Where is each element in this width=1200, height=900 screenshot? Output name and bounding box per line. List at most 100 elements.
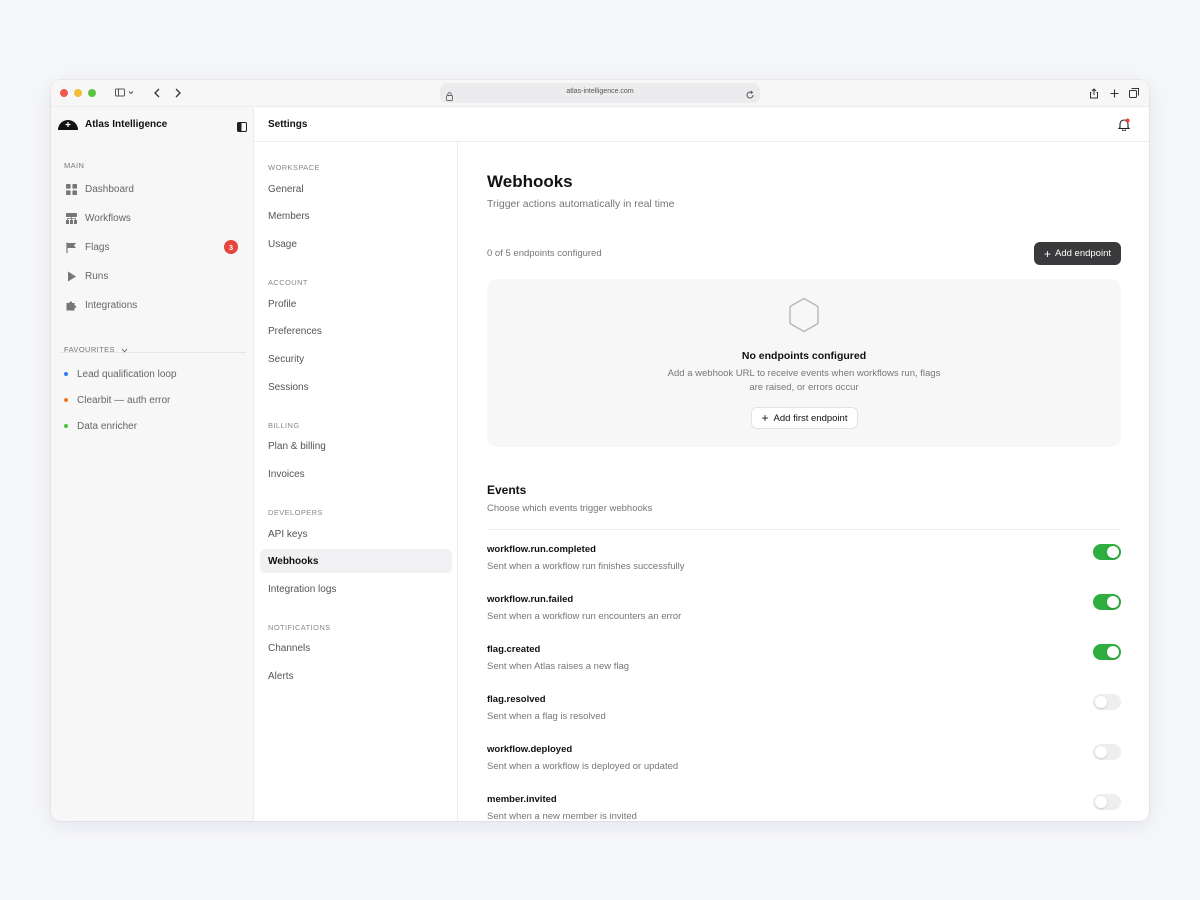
top-bar: Settings (254, 107, 1149, 142)
favourite-item[interactable]: Clearbit — auth error (64, 392, 170, 408)
settings-nav-plan-billing[interactable]: Plan & billing (260, 434, 452, 458)
settings-nav-preferences[interactable]: Preferences (260, 319, 452, 343)
settings-nav-api-keys[interactable]: API keys (260, 522, 452, 546)
empty-state-card: No endpoints configured Add a webhook UR… (487, 279, 1121, 447)
app-name: Atlas Intelligence (85, 119, 168, 130)
event-toggle[interactable] (1093, 694, 1121, 710)
sidebar-item-label: Runs (85, 270, 109, 282)
settings-nav-integration-logs[interactable]: Integration logs (260, 577, 452, 601)
event-toggle[interactable] (1093, 544, 1121, 560)
sidebar: Atlas Intelligence MAIN Dashboard Workfl… (51, 107, 254, 821)
section-subtitle: Trigger actions automatically in real ti… (487, 198, 675, 210)
nav-item-label: Preferences (268, 325, 322, 337)
nav-item-label: Sessions (268, 381, 309, 393)
forward-icon[interactable] (172, 85, 184, 101)
favourite-label: Clearbit — auth error (77, 394, 171, 406)
new-tab-icon[interactable] (1108, 85, 1120, 101)
minimize-window-button[interactable] (74, 89, 82, 97)
collapse-sidebar-icon[interactable] (237, 119, 247, 137)
event-row-member-invited: member.invited Sent when a new member is… (487, 794, 1121, 821)
nav-item-label: Profile (268, 298, 297, 310)
maximize-window-button[interactable] (88, 89, 96, 97)
notification-bell-icon[interactable] (1117, 118, 1131, 136)
nav-item-label: Webhooks (268, 555, 319, 567)
settings-nav-security[interactable]: Security (260, 347, 452, 371)
add-endpoint-button[interactable]: + Add endpoint (1034, 242, 1121, 265)
browser-toolbar: atlas-intelligence.com (51, 80, 1149, 107)
sidebar-item-workflows[interactable]: Workflows (59, 206, 246, 230)
sidebar-item-flags[interactable]: Flags 3 (59, 235, 246, 259)
event-row-flag-resolved: flag.resolved Sent when a flag is resolv… (487, 694, 1121, 734)
settings-nav-channels[interactable]: Channels (260, 636, 452, 660)
settings-nav-profile[interactable]: Profile (260, 292, 452, 316)
favourite-label: Data enricher (77, 420, 138, 432)
toggle-knob (1095, 796, 1107, 808)
divider (487, 529, 1121, 530)
reload-icon[interactable] (745, 87, 755, 105)
favourite-label: Lead qualification loop (77, 368, 177, 380)
event-toggle[interactable] (1093, 594, 1121, 610)
page-title: Settings (268, 119, 308, 130)
browser-window: atlas-intelligence.com Atlas Intelligenc… (51, 80, 1149, 821)
empty-state-title: No endpoints configured (741, 350, 867, 362)
section-label-account: ACCOUNT (268, 278, 308, 287)
sidebar-item-dashboard[interactable]: Dashboard (59, 177, 246, 201)
status-dot (64, 372, 68, 376)
event-description: Sent when a flag is resolved (487, 711, 606, 722)
event-row-workflow-deployed: workflow.deployed Sent when a workflow i… (487, 744, 1121, 784)
share-icon[interactable] (1088, 85, 1100, 101)
brand[interactable]: Atlas Intelligence (51, 107, 253, 141)
event-description: Sent when a workflow run finishes succes… (487, 561, 685, 572)
event-toggle[interactable] (1093, 744, 1121, 760)
toggle-knob (1095, 696, 1107, 708)
settings-nav-usage[interactable]: Usage (260, 232, 452, 256)
main-content: Webhooks Trigger actions automatically i… (458, 142, 1149, 821)
settings-nav-alerts[interactable]: Alerts (260, 664, 452, 688)
nav-item-label: Plan & billing (268, 440, 326, 452)
flags-count-badge: 3 (224, 240, 238, 254)
sidebar-item-label: Flags (85, 241, 110, 253)
address-bar[interactable]: atlas-intelligence.com (440, 83, 760, 103)
endpoint-count: 0 of 5 endpoints configured (487, 248, 602, 259)
favourite-item[interactable]: Lead qualification loop (64, 366, 177, 382)
nav-item-label: General (268, 183, 304, 195)
settings-nav-invoices[interactable]: Invoices (260, 462, 452, 486)
sidebar-item-runs[interactable]: Runs (59, 264, 246, 288)
nav-item-label: Usage (268, 238, 297, 250)
sidebar-toggle-icon[interactable] (115, 85, 137, 101)
tabs-overview-icon[interactable] (1128, 85, 1140, 101)
event-description: Sent when a workflow is deployed or upda… (487, 761, 679, 772)
section-label-developers: DEVELOPERS (268, 508, 323, 517)
event-row-flag-created: flag.created Sent when Atlas raises a ne… (487, 644, 1121, 684)
add-first-endpoint-label: Add first endpoint (773, 412, 848, 424)
toggle-knob (1107, 546, 1119, 558)
event-name: workflow.run.completed (487, 544, 596, 555)
puzzle-icon (65, 299, 77, 311)
close-window-button[interactable] (60, 89, 68, 97)
status-dot (64, 424, 68, 428)
favourites-section[interactable]: FAVOURITES (64, 345, 128, 354)
event-description: Sent when a new member is invited (487, 811, 637, 821)
sidebar-item-label: Dashboard (85, 183, 134, 195)
settings-nav-webhooks[interactable]: Webhooks (260, 549, 452, 573)
event-toggle[interactable] (1093, 644, 1121, 660)
play-icon (65, 270, 77, 282)
sidebar-item-label: Workflows (85, 212, 131, 224)
nav-item-label: API keys (268, 528, 308, 540)
back-icon[interactable] (151, 85, 163, 101)
favourite-item[interactable]: Data enricher (64, 418, 137, 434)
nav-item-label: Alerts (268, 670, 294, 682)
main-section-label: MAIN (64, 161, 85, 170)
event-name: flag.created (487, 644, 541, 655)
settings-nav-general[interactable]: General (260, 177, 452, 201)
sidebar-item-integrations[interactable]: Integrations (59, 293, 246, 317)
event-name: member.invited (487, 794, 557, 805)
section-label-notifications: NOTIFICATIONS (268, 623, 331, 632)
event-toggle[interactable] (1093, 794, 1121, 810)
status-dot (64, 398, 68, 402)
chevron-down-icon (122, 348, 128, 353)
add-first-endpoint-button[interactable]: + Add first endpoint (751, 407, 858, 429)
event-name: flag.resolved (487, 694, 546, 705)
settings-nav-members[interactable]: Members (260, 204, 452, 228)
settings-nav-sessions[interactable]: Sessions (260, 375, 452, 399)
